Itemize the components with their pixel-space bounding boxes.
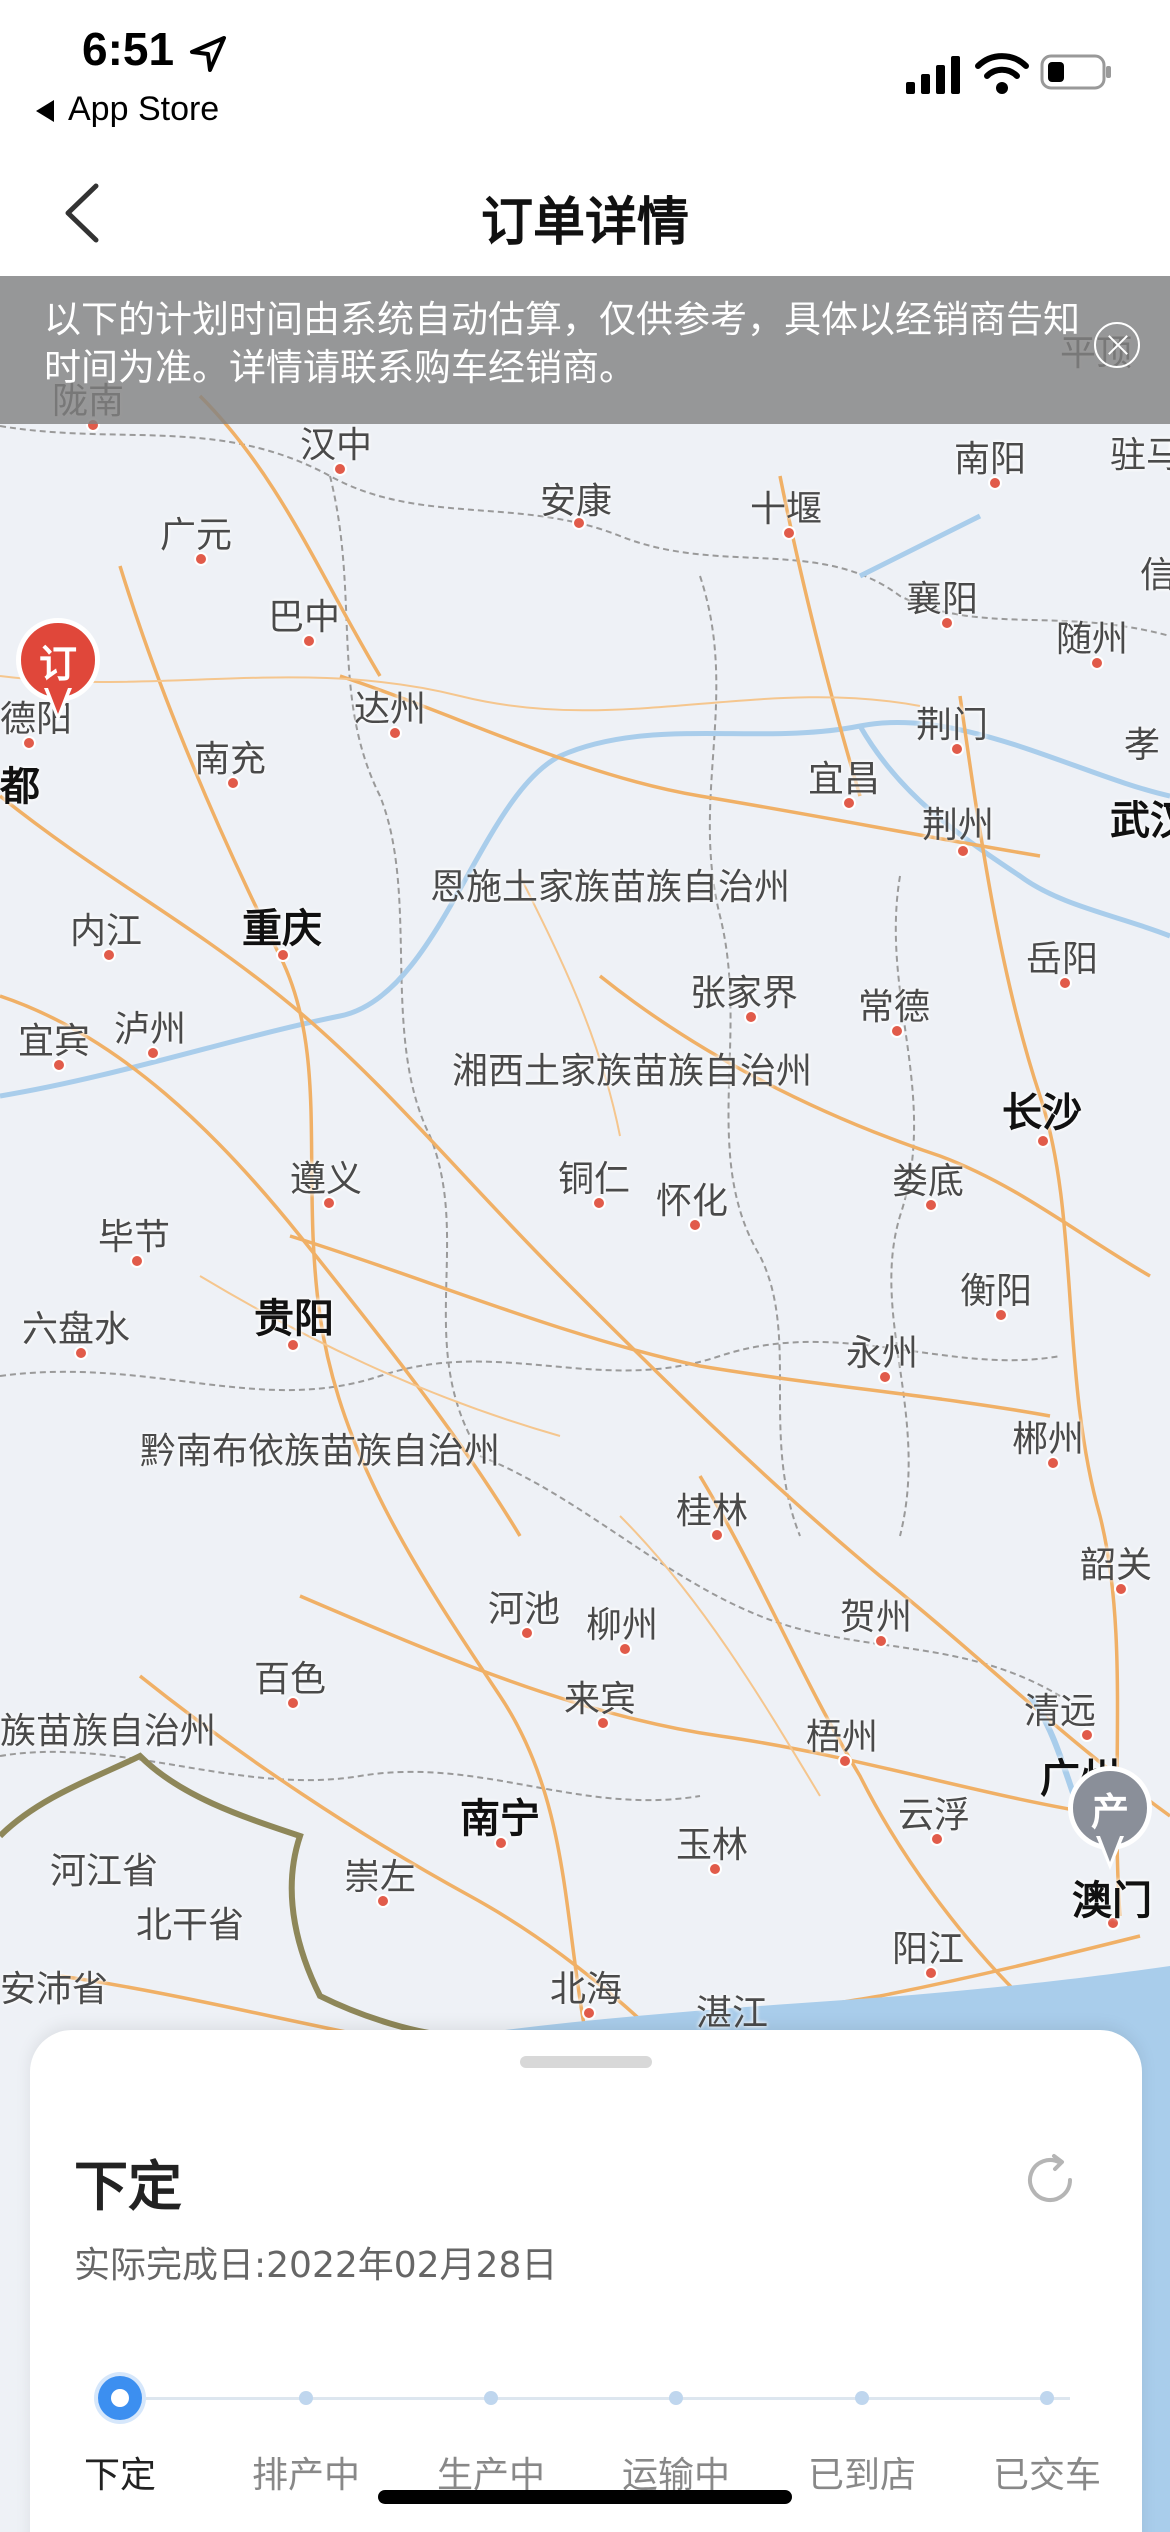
city-label: 荆门	[916, 705, 989, 746]
city-label: 六盘水	[22, 1309, 131, 1350]
completion-date: 实际完成日:2022年02月28日	[74, 2245, 558, 2286]
city-label: 安沛省	[0, 1969, 109, 2010]
order-status-sheet: 下定 实际完成日:2022年02月28日 下定 排产中 生产中 运输中 已到店 …	[30, 2030, 1142, 2532]
drag-handle[interactable]	[520, 2056, 652, 2068]
city-label: 清远	[1024, 1691, 1097, 1732]
city-label: 黔南布依族苗族自治州	[140, 1431, 501, 1472]
city-label: 北干省	[136, 1905, 245, 1946]
step-label: 已到店	[807, 2455, 917, 2496]
production-pin-label: 产	[1090, 1789, 1129, 1834]
city-label: 驻马	[1110, 435, 1170, 476]
home-indicator[interactable]	[378, 2490, 792, 2504]
city-label: 梧州	[806, 1717, 879, 1758]
progress-track	[120, 2397, 1070, 2400]
city-label: 铜仁	[558, 1159, 631, 1200]
city-label: 百色	[254, 1659, 327, 1700]
city-label-major: 长沙	[1002, 1090, 1082, 1136]
step-label: 排产中	[251, 2455, 361, 2496]
notice-text: 以下的计划时间由系统自动估算，仅供参考，具体以经销商告知时间为准。详情请联系购车…	[44, 298, 1080, 389]
city-label: 湛江	[696, 1993, 769, 2034]
city-label-major: 重庆	[242, 906, 322, 952]
city-label: 荆州	[922, 805, 995, 846]
step-label: 下定	[83, 2455, 157, 2496]
city-label: 孝	[1124, 725, 1161, 766]
order-location-pin[interactable]: 订	[16, 618, 100, 728]
city-label: 泸州	[114, 1009, 187, 1050]
city-label: 达州	[354, 689, 427, 730]
city-label: 宜昌	[808, 759, 881, 800]
cellular-signal-icon	[906, 56, 960, 94]
order-pin-tail	[48, 688, 68, 714]
step-dot	[855, 2391, 869, 2405]
city-label: 南充	[194, 739, 267, 780]
city-label-major: 澳门	[1072, 1878, 1152, 1924]
close-icon[interactable]	[1094, 322, 1140, 368]
progress-steps: 下定 排产中 生产中 运输中 已到店 已交车	[30, 2360, 1142, 2496]
city-label-major: 南宁	[460, 1796, 540, 1842]
city-label: 柳州	[586, 1605, 659, 1646]
production-pin-tail	[1100, 1836, 1120, 1862]
status-bar: 6:51 App Store	[0, 0, 1170, 150]
nav-bar: 订单详情	[0, 150, 1170, 276]
order-pin-label: 订	[38, 641, 77, 686]
city-label: 毕节	[98, 1217, 171, 1258]
city-label: 随州	[1056, 619, 1129, 660]
page-title: 订单详情	[480, 193, 689, 253]
step-dot	[1040, 2391, 1054, 2405]
battery-icon	[1040, 54, 1111, 90]
city-label: 安康	[540, 481, 613, 522]
back-triangle-icon	[36, 100, 54, 123]
city-label: 阳江	[892, 1929, 965, 1970]
city-label: 云浮	[898, 1795, 971, 1836]
city-label: 广元	[160, 515, 233, 556]
notice-banner: 以下的计划时间由系统自动估算，仅供参考，具体以经销商告知时间为准。详情请联系购车…	[0, 276, 1170, 424]
city-label: 信	[1140, 555, 1170, 596]
city-label: 宜宾	[18, 1021, 91, 1062]
city-label: 恩施土家族苗族自治州	[430, 867, 791, 908]
city-label: 永州	[846, 1333, 919, 1374]
city-label: 常德	[858, 987, 931, 1028]
city-label: 族苗族自治州	[0, 1711, 217, 1752]
city-label: 崇左	[344, 1857, 417, 1898]
city-label: 十堰	[750, 489, 823, 530]
city-label: 河江省	[50, 1851, 159, 1892]
location-arrow-icon	[190, 36, 226, 72]
city-label-major: 都	[0, 764, 40, 810]
step-dot	[484, 2391, 498, 2405]
city-label: 来宾	[564, 1679, 637, 1720]
status-title: 下定	[74, 2155, 182, 2218]
back-to-app-link[interactable]: App Store	[36, 90, 219, 129]
city-label: 南阳	[954, 439, 1027, 480]
city-label: 内江	[70, 911, 143, 952]
city-label: 娄底	[892, 1161, 965, 1202]
wifi-icon	[975, 53, 1029, 94]
city-label: 襄阳	[906, 579, 979, 620]
city-label: 岳阳	[1026, 939, 1099, 980]
city-label: 湘西土家族苗族自治州	[452, 1051, 813, 1092]
city-label: 桂林	[676, 1491, 749, 1532]
city-label: 怀化	[656, 1181, 729, 1222]
step-dot	[299, 2391, 313, 2405]
step-dot-active	[98, 2376, 142, 2420]
status-time: 6:51	[82, 23, 175, 75]
refresh-icon[interactable]	[1020, 2150, 1080, 2210]
city-label: 贺州	[840, 1597, 913, 1638]
back-app-label: App Store	[68, 90, 220, 128]
city-label: 河池	[488, 1589, 561, 1630]
city-label: 张家界	[690, 973, 799, 1014]
city-label: 北海	[550, 1969, 623, 2010]
city-label: 遵义	[290, 1159, 363, 1200]
step-label: 已交车	[992, 2455, 1102, 2496]
step-dot	[669, 2391, 683, 2405]
production-location-pin[interactable]: 产	[1068, 1766, 1152, 1876]
city-label: 巴中	[268, 597, 341, 638]
city-label-major: 贵阳	[254, 1296, 334, 1342]
city-label-major: 武汉	[1110, 798, 1170, 844]
city-label: 韶关	[1080, 1545, 1153, 1586]
city-label: 衡阳	[960, 1271, 1033, 1312]
city-label: 玉林	[676, 1825, 749, 1866]
city-label: 郴州	[1012, 1419, 1085, 1460]
